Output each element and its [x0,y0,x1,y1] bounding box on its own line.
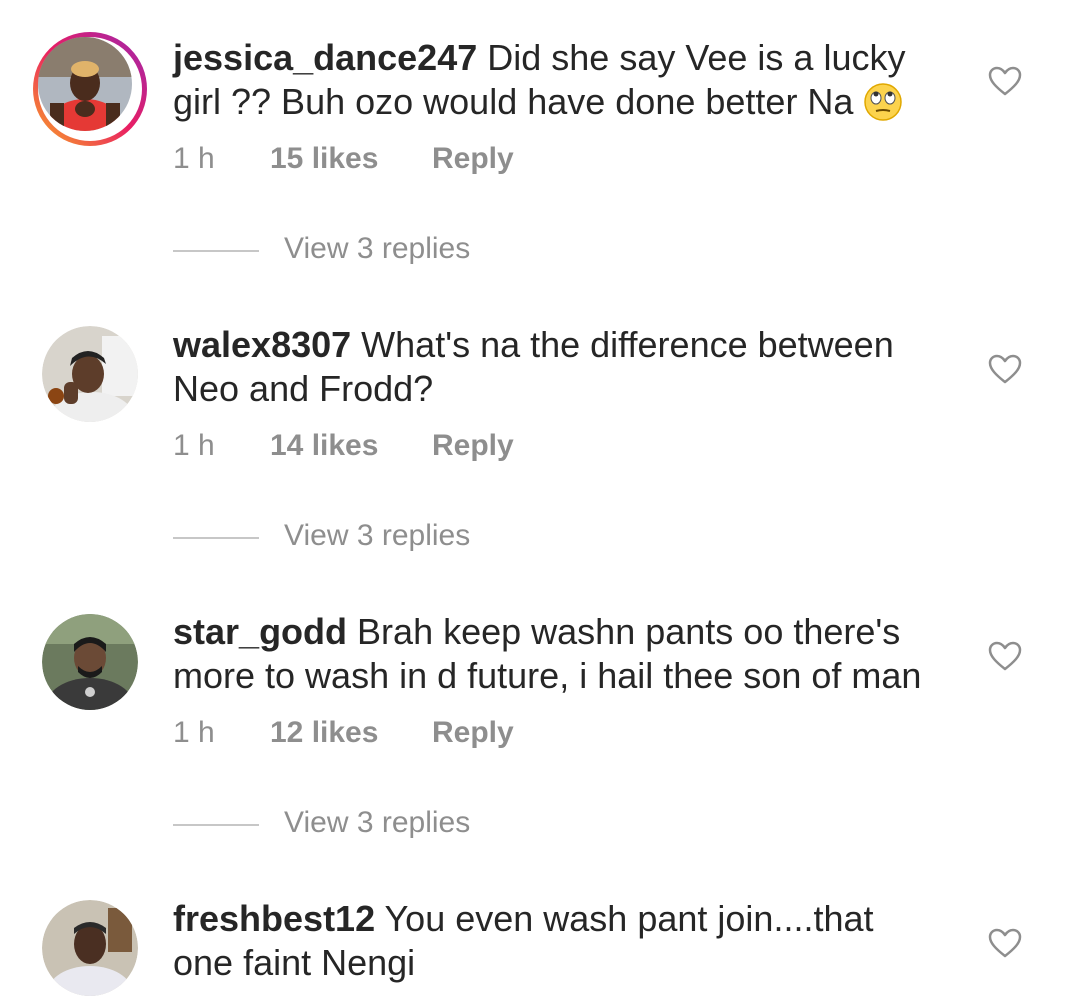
reply-button[interactable]: Reply [432,429,514,463]
view-replies[interactable]: View 3 replies [173,519,513,555]
likes-count[interactable]: 15 likes [270,142,378,176]
replies-divider [173,824,259,826]
likes-count[interactable]: 14 likes [270,429,378,463]
view-replies-label[interactable]: View 3 replies [284,232,470,266]
view-replies[interactable]: View 3 replies [173,806,513,842]
reply-button[interactable]: Reply [432,142,514,176]
likes-count[interactable]: 12 likes [270,716,378,750]
username[interactable]: jessica_dance247 [173,37,477,78]
replies-divider [173,250,259,252]
avatar-photo [42,900,138,996]
comment-text: star_godd Brah keep washn pants oo there… [173,610,943,698]
heart-icon[interactable] [988,66,1022,96]
comment-meta: 1 h 12 likes Reply [173,716,573,752]
username[interactable]: freshbest12 [173,898,375,939]
view-replies-label[interactable]: View 3 replies [284,806,470,840]
replies-divider [173,537,259,539]
comment-text: walex8307 What's na the difference betwe… [173,323,943,411]
heart-icon[interactable] [988,928,1022,958]
timestamp: 1 h [173,142,215,175]
avatar[interactable] [42,900,138,996]
avatar[interactable] [42,614,138,710]
comment-meta: 1 h 15 likes Reply [173,142,573,178]
avatar-photo [38,37,132,131]
timestamp: 1 h [173,429,215,462]
username[interactable]: walex8307 [173,324,351,365]
timestamp: 1 h [173,716,215,749]
username[interactable]: star_godd [173,611,347,652]
heart-icon[interactable] [988,641,1022,671]
view-replies-label[interactable]: View 3 replies [284,519,470,553]
comment-text: freshbest12 You even wash pant join....t… [173,897,943,985]
avatar-photo [42,614,138,710]
avatar[interactable] [42,326,138,422]
comment-text: jessica_dance247 Did she say Vee is a lu… [173,36,943,124]
view-replies[interactable]: View 3 replies [173,232,513,268]
comment-meta: 1 h 14 likes Reply [173,429,573,465]
reply-button[interactable]: Reply [432,716,514,750]
avatar[interactable] [33,32,147,146]
avatar-photo [42,326,138,422]
heart-icon[interactable] [988,354,1022,384]
eye-roll-emoji [863,82,903,122]
